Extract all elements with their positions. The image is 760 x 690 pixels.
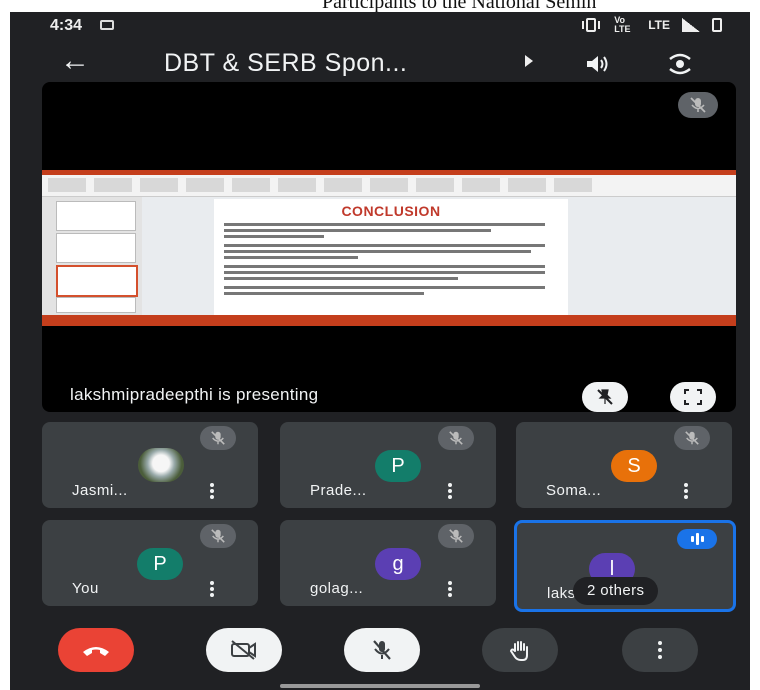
participant-name: You bbox=[72, 580, 99, 597]
raise-hand-icon bbox=[509, 641, 528, 661]
status-bar: 4:34 Vo LTE LTE bbox=[10, 12, 750, 38]
presentation-panel: CONCLUSION lakshmipradeepthi is presenti… bbox=[42, 82, 736, 412]
speaking-indicator-icon bbox=[677, 529, 717, 549]
vibrate-icon bbox=[582, 18, 601, 32]
participant-tile[interactable]: g golag... bbox=[280, 520, 496, 606]
muted-mic-icon bbox=[438, 426, 474, 450]
slide-thumbnail bbox=[56, 233, 136, 263]
more-vert-icon bbox=[658, 641, 662, 659]
end-call-button[interactable] bbox=[58, 628, 134, 672]
participant-tile[interactable]: llaksh...2 others bbox=[514, 520, 736, 612]
more-vert-icon[interactable] bbox=[210, 581, 214, 597]
status-time: 4:34 bbox=[50, 17, 83, 34]
slide-heading: CONCLUSION bbox=[341, 203, 441, 219]
phone-screen: 4:34 Vo LTE LTE ← DBT & SERB Spon... CON… bbox=[10, 12, 750, 690]
meeting-title[interactable]: DBT & SERB Spon... bbox=[164, 49, 407, 78]
more-options-button[interactable] bbox=[622, 628, 698, 672]
avatar bbox=[138, 448, 184, 482]
slide-thumbnail bbox=[56, 297, 136, 313]
battery-icon bbox=[712, 18, 722, 32]
slide-thumbnail bbox=[56, 201, 136, 231]
participant-name: golag... bbox=[310, 580, 364, 597]
avatar: P bbox=[375, 450, 421, 482]
presenter-muted-mic-icon bbox=[678, 92, 718, 118]
document-caption-text: Participants to the National Semin bbox=[322, 0, 597, 12]
cast-icon bbox=[100, 20, 114, 30]
mic-off-icon bbox=[373, 640, 391, 660]
call-controls bbox=[10, 620, 750, 690]
presenter-label: lakshmipradeepthi is presenting bbox=[70, 385, 319, 404]
powerpoint-status-bar bbox=[42, 315, 736, 326]
avatar: P bbox=[137, 548, 183, 580]
camera-off-icon bbox=[231, 640, 256, 660]
title-expand-icon[interactable] bbox=[525, 55, 533, 67]
muted-mic-icon bbox=[438, 524, 474, 548]
document-caption: Participants to the National Semin bbox=[0, 0, 760, 12]
slide-thumbnail-active bbox=[56, 265, 138, 297]
raise-hand-button[interactable] bbox=[482, 628, 558, 672]
muted-mic-icon bbox=[674, 426, 710, 450]
hang-up-icon bbox=[83, 647, 109, 656]
muted-mic-icon bbox=[200, 426, 236, 450]
avatar: g bbox=[375, 548, 421, 580]
muted-mic-icon bbox=[200, 524, 236, 548]
signal-icon bbox=[682, 18, 700, 32]
participant-tile[interactable]: P You bbox=[42, 520, 258, 606]
slide-page: CONCLUSION bbox=[214, 199, 568, 315]
app-bar: ← DBT & SERB Spon... bbox=[10, 42, 750, 86]
back-arrow-icon[interactable]: ← bbox=[60, 46, 90, 76]
fullscreen-icon bbox=[684, 389, 702, 405]
participant-name: Prade... bbox=[310, 482, 367, 499]
slide-thumbnails bbox=[42, 197, 142, 315]
status-indicators: Vo LTE LTE bbox=[580, 16, 722, 34]
more-vert-icon[interactable] bbox=[210, 483, 214, 499]
more-vert-icon[interactable] bbox=[448, 483, 452, 499]
volte-label: Vo LTE bbox=[614, 15, 631, 34]
fullscreen-button[interactable] bbox=[670, 382, 716, 412]
participant-tile[interactable]: Jasmi... bbox=[42, 422, 258, 508]
camera-toggle-button[interactable] bbox=[206, 628, 282, 672]
others-count-label[interactable]: 2 others bbox=[573, 577, 659, 605]
more-vert-icon[interactable] bbox=[448, 581, 452, 597]
unpin-button[interactable] bbox=[582, 382, 628, 412]
powerpoint-ribbon bbox=[42, 170, 736, 197]
shared-screen: CONCLUSION bbox=[42, 170, 736, 326]
switch-camera-icon[interactable] bbox=[666, 50, 694, 78]
mic-toggle-button[interactable] bbox=[344, 628, 420, 672]
avatar: S bbox=[611, 450, 657, 482]
lte-label: LTE bbox=[648, 18, 670, 32]
unpin-icon bbox=[597, 389, 613, 405]
speaker-icon[interactable] bbox=[582, 50, 610, 78]
participant-name: Soma... bbox=[546, 482, 602, 499]
gesture-navigation-bar[interactable] bbox=[280, 684, 480, 688]
participant-tile[interactable]: P Prade... bbox=[280, 422, 496, 508]
participant-tile[interactable]: S Soma... bbox=[516, 422, 732, 508]
participant-name: Jasmi... bbox=[72, 482, 128, 499]
more-vert-icon[interactable] bbox=[684, 483, 688, 499]
